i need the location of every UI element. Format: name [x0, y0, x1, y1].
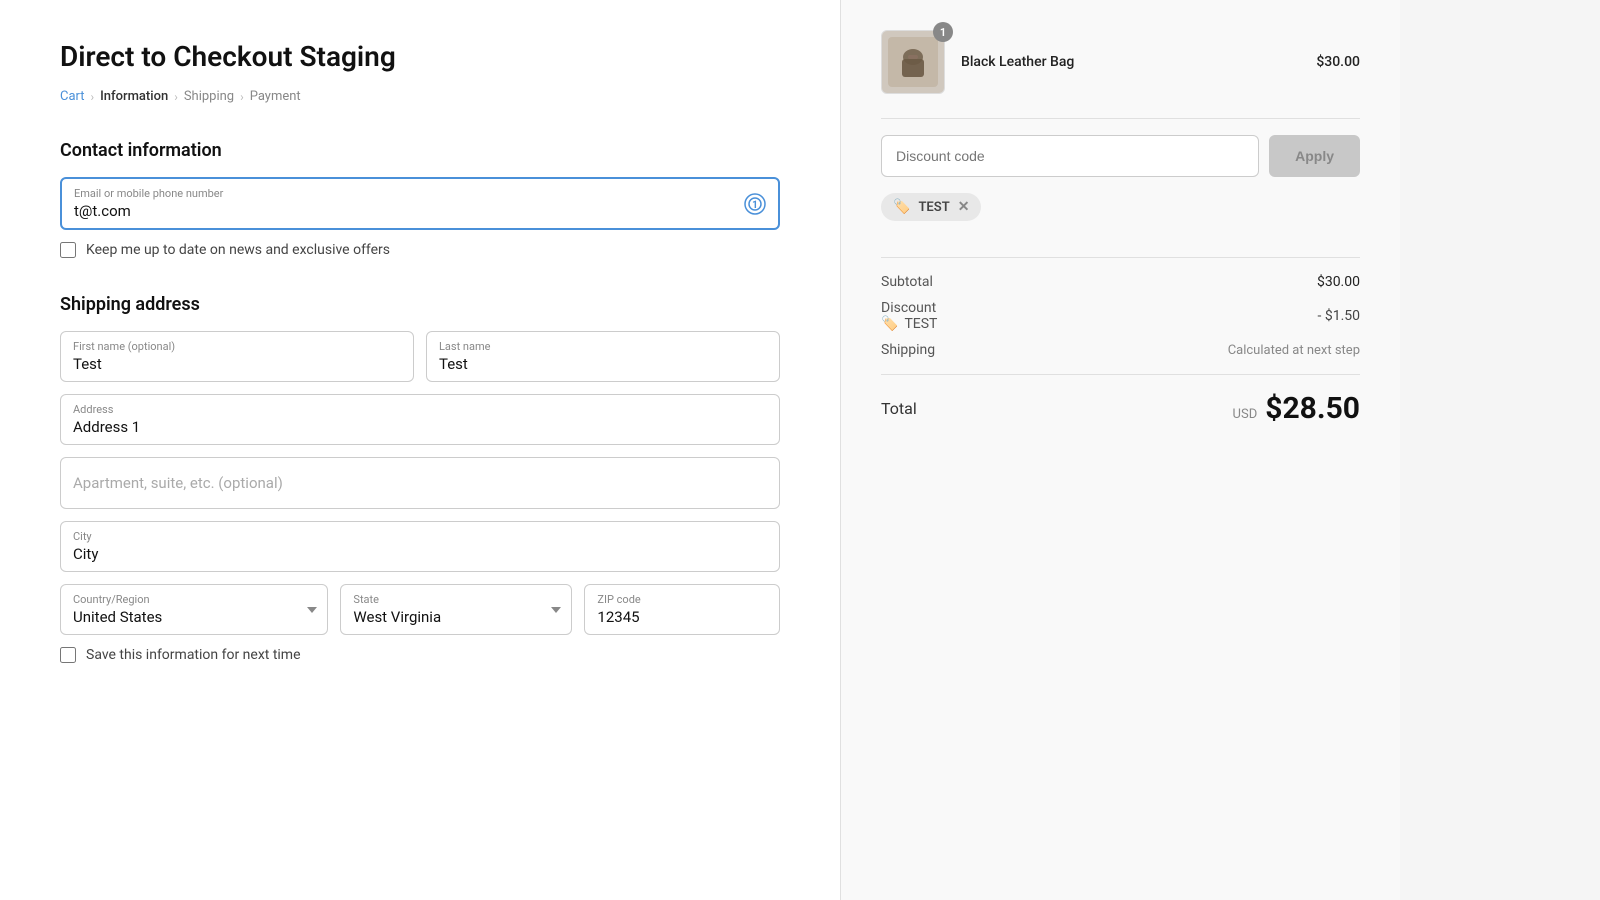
country-field[interactable]: Country/Region United States	[60, 584, 328, 635]
breadcrumb-sep-2: ›	[174, 90, 178, 104]
zip-label: ZIP code	[597, 593, 743, 606]
email-value: t@t.com	[74, 202, 131, 220]
discount-summary-row: Discount 🏷️ TEST - $1.50	[881, 300, 1360, 332]
discount-row: Apply	[881, 135, 1360, 177]
zip-value: 12345	[597, 608, 639, 626]
first-name-value: Test	[73, 355, 102, 373]
contact-section: Contact information Email or mobile phon…	[60, 140, 780, 258]
email-field-group: Email or mobile phone number t@t.com 1	[60, 177, 780, 230]
shipping-section-title: Shipping address	[60, 294, 780, 315]
discount-tag-chip: 🏷️ TEST ✕	[881, 193, 981, 221]
breadcrumb-shipping: Shipping	[184, 89, 234, 104]
discount-tag-icon: 🏷️	[881, 316, 898, 332]
product-image	[881, 30, 945, 94]
state-value: West Virginia	[353, 608, 441, 626]
total-amount: $28.50	[1265, 391, 1360, 426]
shipping-label: Shipping	[881, 342, 935, 358]
divider-2	[881, 257, 1360, 258]
tag-label: TEST	[918, 200, 949, 215]
subtotal-label: Subtotal	[881, 274, 933, 290]
address-field[interactable]: Address Address 1	[60, 394, 780, 445]
apt-field[interactable]: Apartment, suite, etc. (optional)	[60, 457, 780, 509]
breadcrumb-sep-1: ›	[91, 90, 95, 104]
shipping-value: Calculated at next step	[1228, 343, 1360, 358]
address-field-group: Address Address 1	[60, 394, 780, 445]
page-title: Direct to Checkout Staging	[60, 40, 780, 73]
product-quantity-badge: 1	[933, 22, 953, 42]
subtotal-value: $30.00	[1317, 274, 1360, 290]
city-field-group: City City	[60, 521, 780, 572]
breadcrumb-information: Information	[100, 89, 168, 104]
country-value: United States	[73, 608, 162, 626]
state-label: State	[353, 593, 535, 606]
save-info-checkbox[interactable]	[60, 647, 76, 663]
discount-code-label: TEST	[904, 316, 937, 332]
bag-thumbnail-icon	[888, 37, 938, 87]
discount-amount: - $1.50	[1317, 308, 1360, 324]
first-name-label: First name (optional)	[73, 340, 369, 353]
shipping-section: Shipping address First name (optional) T…	[60, 294, 780, 663]
divider-1	[881, 118, 1360, 119]
last-name-label: Last name	[439, 340, 735, 353]
tag-icon: 🏷️	[893, 199, 910, 215]
city-field[interactable]: City City	[60, 521, 780, 572]
country-label: Country/Region	[73, 593, 291, 606]
product-price: $30.00	[1316, 54, 1360, 70]
right-panel: 1 Black Leather Bag $30.00 Apply 🏷️ TEST…	[840, 0, 1400, 900]
discount-input[interactable]	[881, 135, 1259, 177]
remove-tag-button[interactable]: ✕	[958, 200, 970, 214]
product-name: Black Leather Bag	[961, 54, 1300, 70]
apply-button[interactable]: Apply	[1269, 135, 1360, 177]
breadcrumb-payment: Payment	[250, 89, 301, 104]
city-label: City	[73, 530, 735, 543]
first-name-field[interactable]: First name (optional) Test	[60, 331, 414, 382]
last-name-value: Test	[439, 355, 468, 373]
email-field-wrapper[interactable]: Email or mobile phone number t@t.com 1	[60, 177, 780, 230]
discount-summary-label: Discount 🏷️ TEST	[881, 300, 943, 332]
save-info-row: Save this information for next time	[60, 647, 780, 663]
apt-field-group: Apartment, suite, etc. (optional)	[60, 457, 780, 509]
product-row: 1 Black Leather Bag $30.00	[881, 30, 1360, 94]
subtotal-row: Subtotal $30.00	[881, 274, 1360, 290]
contact-section-title: Contact information	[60, 140, 780, 161]
region-row: Country/Region United States State West …	[60, 584, 780, 635]
total-label: Total	[881, 399, 917, 418]
state-arrow-icon	[551, 607, 561, 613]
zip-field[interactable]: ZIP code 12345	[584, 584, 780, 635]
breadcrumb-cart[interactable]: Cart	[60, 89, 85, 104]
email-label: Email or mobile phone number	[74, 187, 734, 200]
city-value: City	[73, 545, 98, 563]
country-arrow-icon	[307, 607, 317, 613]
total-amount-group: USD $28.50	[1233, 391, 1360, 426]
newsletter-label[interactable]: Keep me up to date on news and exclusive…	[86, 242, 390, 258]
product-image-wrap: 1	[881, 30, 945, 94]
last-name-field[interactable]: Last name Test	[426, 331, 780, 382]
total-currency: USD	[1233, 407, 1258, 422]
apt-placeholder: Apartment, suite, etc. (optional)	[73, 474, 283, 492]
breadcrumb: Cart › Information › Shipping › Payment	[60, 89, 780, 104]
discount-inline: 🏷️ TEST	[881, 316, 943, 332]
save-info-label[interactable]: Save this information for next time	[86, 647, 301, 663]
left-panel: Direct to Checkout Staging Cart › Inform…	[0, 0, 840, 900]
onepassword-icon: 1	[744, 193, 766, 215]
name-row: First name (optional) Test Last name Tes…	[60, 331, 780, 382]
address-value: Address 1	[73, 418, 140, 436]
svg-text:1: 1	[752, 200, 758, 211]
newsletter-row: Keep me up to date on news and exclusive…	[60, 242, 780, 258]
address-label: Address	[73, 403, 735, 416]
newsletter-checkbox[interactable]	[60, 242, 76, 258]
total-row: Total USD $28.50	[881, 374, 1360, 426]
shipping-summary-row: Shipping Calculated at next step	[881, 342, 1360, 358]
state-field[interactable]: State West Virginia	[340, 584, 572, 635]
breadcrumb-sep-3: ›	[240, 90, 244, 104]
